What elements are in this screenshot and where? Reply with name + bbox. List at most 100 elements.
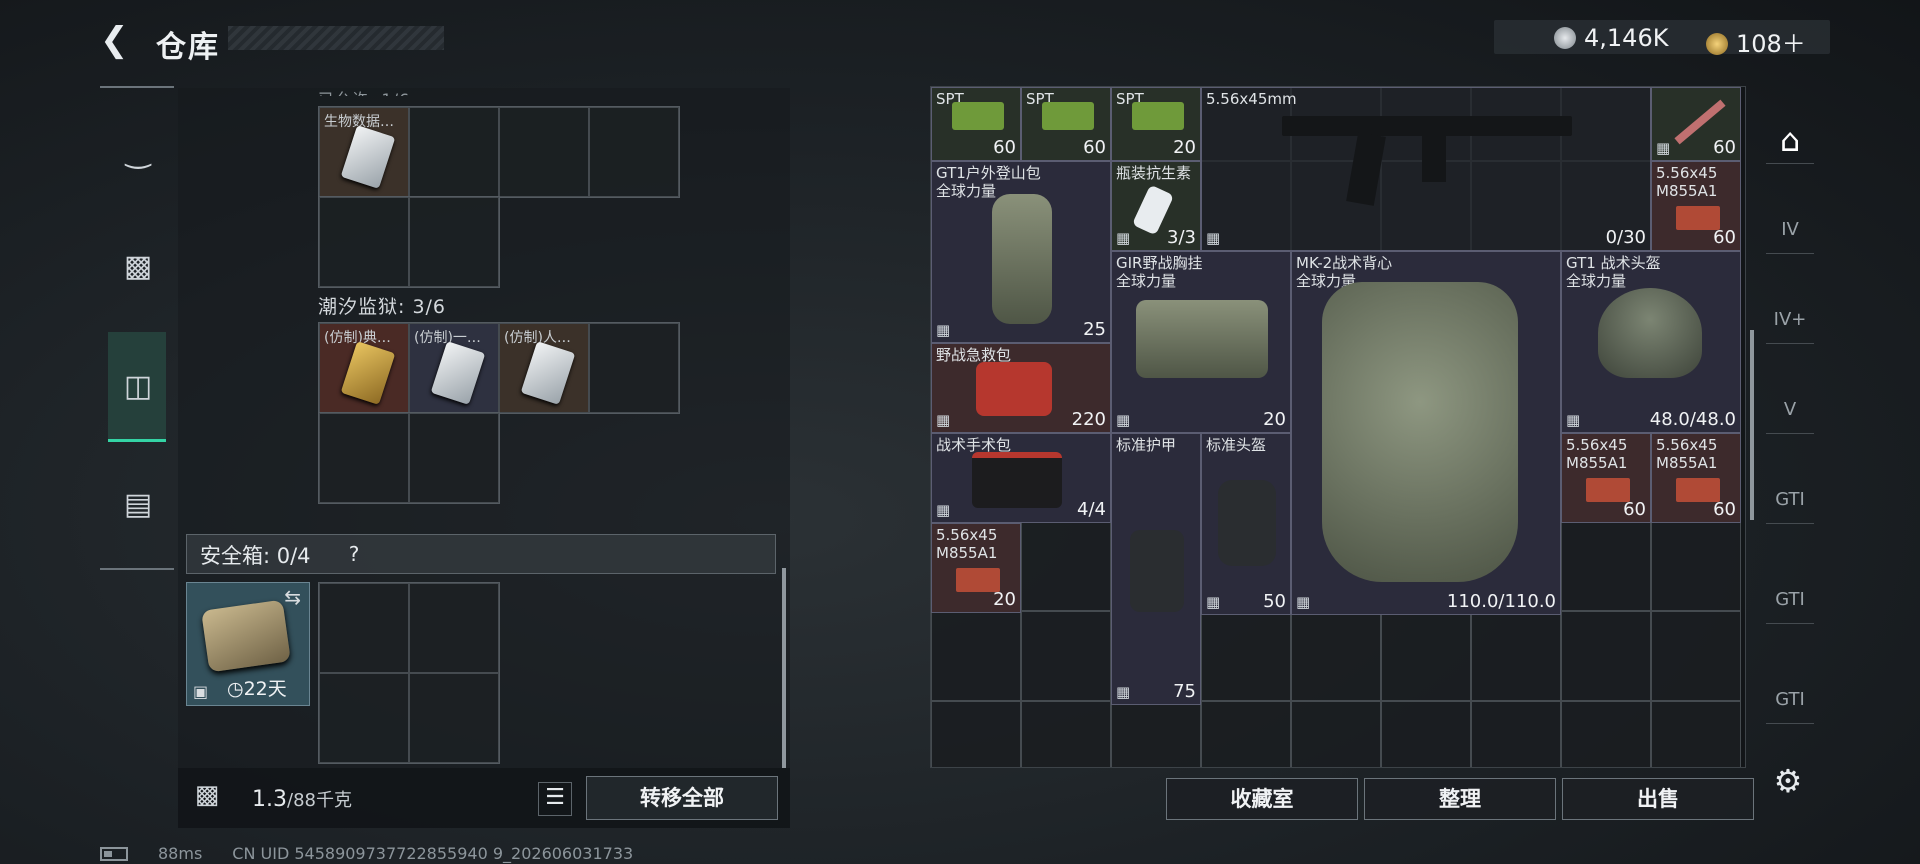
stash-slot[interactable] (1201, 701, 1291, 767)
gear-icon[interactable]: ⚙ (1768, 762, 1808, 802)
stash-slot[interactable] (931, 701, 1021, 767)
tide-item-3[interactable]: (仿制)人… (499, 323, 589, 413)
container-iv-icon[interactable]: IV (1766, 206, 1814, 254)
item-card-image (520, 341, 576, 405)
stash-scrollbar[interactable] (1750, 330, 1754, 520)
empty-slot[interactable] (409, 413, 499, 503)
container-gti-3-icon[interactable]: GTI (1766, 676, 1814, 724)
stash-item-ammo[interactable]: 5.56x45 M855A1 20 (931, 523, 1021, 613)
stash-slot[interactable] (1021, 701, 1111, 767)
help-button[interactable]: ? (340, 540, 368, 568)
stash-slot[interactable] (931, 611, 1021, 701)
stash-item-standard-armor[interactable]: 标准护甲 75 ▦ (1111, 433, 1201, 705)
stash-slot[interactable] (1561, 611, 1651, 701)
tide-item-1[interactable]: (仿制)典… (319, 323, 409, 413)
left-scrollbar[interactable] (782, 568, 786, 768)
item-count: 60 (1083, 137, 1106, 158)
stash-slot[interactable] (1651, 521, 1741, 611)
back-arrow-icon[interactable]: ❮ (100, 22, 136, 58)
stash-slot[interactable] (1471, 611, 1561, 701)
item-count: 3/3 (1167, 227, 1196, 248)
stash-item-rifle[interactable]: 5.56x45mm 0/30 ▦ (1201, 87, 1651, 251)
stash-item-ammo[interactable]: 5.56x45 M855A1 60 (1561, 433, 1651, 523)
empty-slot[interactable] (319, 673, 409, 763)
first-aid-image (976, 362, 1052, 416)
gold-coin-icon (1706, 33, 1728, 55)
stash-item-ammo[interactable]: 5.56x45 M855A1 60 (1651, 433, 1741, 523)
collection-room-button[interactable]: 收藏室 (1166, 778, 1358, 820)
transfer-all-button[interactable]: 转移全部 (586, 776, 778, 820)
pistol-icon[interactable]: ‿ (110, 124, 166, 180)
gold-currency[interactable]: 108＋ (1706, 24, 1806, 59)
stash-slot[interactable] (1561, 521, 1651, 611)
empty-slot[interactable] (409, 197, 499, 287)
stash-slot[interactable] (1561, 701, 1651, 767)
empty-slot[interactable] (319, 413, 409, 503)
tag-icon: ▦ (1566, 411, 1581, 429)
clock-icon: ◷ (227, 678, 244, 700)
container-v-icon[interactable]: V (1766, 386, 1814, 434)
home-icon[interactable]: ⌂ (1766, 116, 1814, 164)
bio-data-item[interactable]: 生物数据… (319, 107, 409, 197)
sell-button[interactable]: 出售 (1562, 778, 1754, 820)
sort-button[interactable]: 整理 (1364, 778, 1556, 820)
stash-item-spt[interactable]: SPT 20 (1111, 87, 1201, 161)
stash-item-ammo[interactable]: 5.56x45 M855A1 60 (1651, 161, 1741, 251)
safe-grid (318, 582, 500, 764)
empty-slot[interactable] (499, 107, 589, 197)
container-gti-2-icon[interactable]: GTI (1766, 576, 1814, 624)
item-count: 4/4 (1077, 499, 1106, 520)
stash-slot[interactable] (1381, 611, 1471, 701)
lock-icon: ▣ (193, 682, 209, 701)
tag-icon: ▦ (936, 321, 951, 339)
stash-item-backpack[interactable]: GT1户外登山包 全球力量 25 ▦ (931, 161, 1111, 343)
stash-slot[interactable] (1291, 701, 1381, 767)
stash-slot[interactable] (1471, 701, 1561, 767)
stash-item-surgery-kit[interactable]: 战术手术包 4/4 ▦ (931, 433, 1111, 523)
status-line: 88ms CN UID 5458909737722855940 9_2026060… (100, 844, 633, 863)
item-count: 60 (1713, 499, 1736, 520)
empty-slot[interactable] (409, 107, 499, 197)
stash-slot[interactable] (1201, 611, 1291, 701)
tide-grid: (仿制)典… (仿制)一… (仿制)人… (318, 322, 680, 414)
stash-item-vest[interactable]: MK-2战术背心 全球力量 110.0/110.0 ▦ (1291, 251, 1561, 615)
empty-slot[interactable] (319, 197, 409, 287)
empty-slot[interactable] (589, 323, 679, 413)
weight-max: /88千克 (287, 790, 352, 811)
stash-item-standard-helmet[interactable]: 标准头盔 50 ▦ (1201, 433, 1291, 615)
stash-item-antibiotics[interactable]: 瓶装抗生素 3/3 ▦ (1111, 161, 1201, 251)
stash-item-chest-rig[interactable]: GIR野战胸挂 全球力量 20 ▦ (1111, 251, 1291, 433)
stash-item-injector[interactable]: 60 ▦ (1651, 87, 1741, 161)
empty-slot[interactable] (319, 583, 409, 673)
stash-item-first-aid[interactable]: 野战急救包 220 ▦ (931, 343, 1111, 433)
stash-slot[interactable] (1651, 701, 1741, 767)
stash-item-helmet[interactable]: GT1 战术头盔 全球力量 48.0/48.0 ▦ (1561, 251, 1741, 433)
armor-icon[interactable]: ▩ (110, 238, 166, 294)
empty-slot[interactable] (409, 583, 499, 673)
container-iv-plus-icon[interactable]: IV+ (1766, 296, 1814, 344)
backpack-icon[interactable]: ◫ (110, 358, 166, 414)
stash-grid: SPT 60 SPT 60 SPT 20 5.56x45mm 0/30 ▦ 60 ▦ G… (930, 86, 1746, 768)
stash-item-spt[interactable]: SPT 60 (931, 87, 1021, 161)
list-view-icon[interactable]: ☰ (538, 782, 572, 816)
stash-slot[interactable] (1021, 611, 1111, 701)
stash-slot[interactable] (1111, 701, 1201, 767)
rifle-grip-image (1422, 132, 1446, 182)
swap-icon[interactable]: ⇆ (284, 585, 301, 609)
container-gti-1-icon[interactable]: GTI (1766, 476, 1814, 524)
item-name: 瓶装抗生素 (1116, 164, 1192, 182)
tide-item-2[interactable]: (仿制)一… (409, 323, 499, 413)
stash-slot[interactable] (1291, 611, 1381, 701)
item-count: 25 (1083, 319, 1106, 340)
empty-slot[interactable] (409, 673, 499, 763)
empty-slot[interactable] (589, 107, 679, 197)
stash-slot[interactable] (1381, 701, 1471, 767)
stash-slot[interactable] (1021, 521, 1111, 611)
item-name: 标准护甲 (1116, 436, 1177, 454)
bio-grid: 生物数据… (318, 106, 680, 198)
toolbox-icon[interactable]: ▤ (110, 476, 166, 532)
stash-slot[interactable] (1651, 611, 1741, 701)
stash-item-spt[interactable]: SPT 60 (1021, 87, 1111, 161)
chest-rig-image (1136, 300, 1268, 378)
safe-box-item[interactable]: ⇆ ▣ ◷22天 (186, 582, 310, 706)
